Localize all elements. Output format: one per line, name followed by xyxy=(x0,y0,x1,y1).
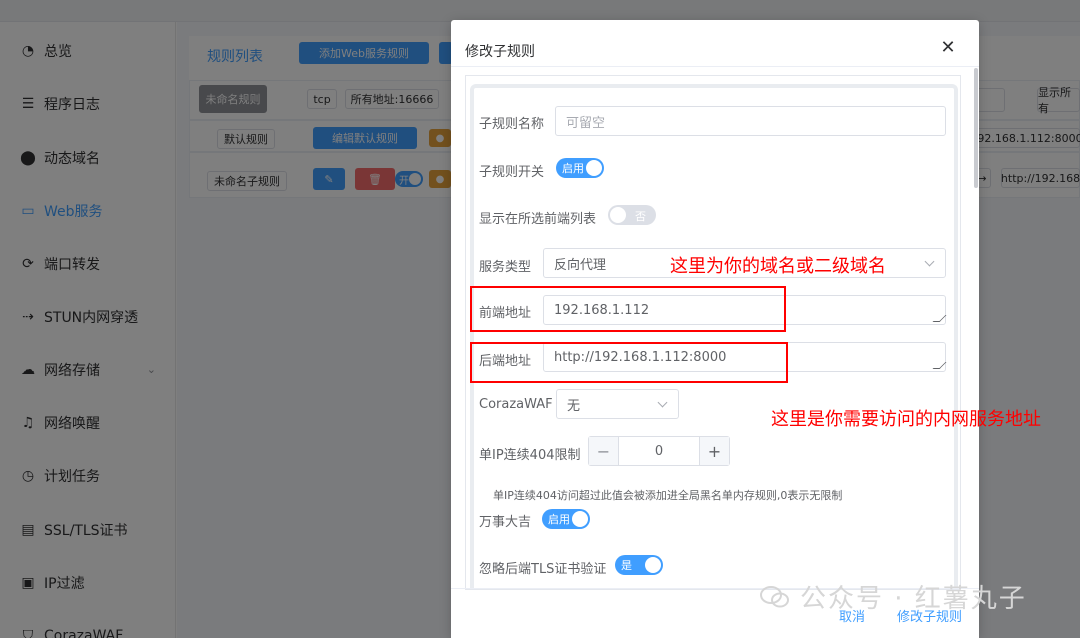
coraza-label: CorazaWAF xyxy=(479,397,553,412)
chevron-down-icon xyxy=(924,256,935,267)
toggle-knob xyxy=(572,511,588,527)
chevron-down-icon xyxy=(657,397,668,408)
ip-limit-value[interactable]: 0 xyxy=(619,437,699,465)
subrule-name-input[interactable]: 可留空 xyxy=(555,106,946,136)
subrule-switch-toggle[interactable]: 启用 xyxy=(556,158,604,178)
ip-limit-label: 单IP连续404限制 xyxy=(479,448,581,463)
backend-annotation: 这里是你需要访问的内网服务地址 xyxy=(771,409,1041,430)
service-type-label: 服务类型 xyxy=(479,260,532,275)
show-in-frontend-label: 显示在所选前端列表 xyxy=(479,212,597,227)
backend-highlight-box xyxy=(470,342,788,383)
toggle-knob xyxy=(645,557,661,573)
wechat-icon xyxy=(760,585,789,607)
lucky-toggle[interactable]: 启用 xyxy=(542,509,590,529)
plus-button[interactable]: + xyxy=(699,437,729,465)
toggle-knob xyxy=(586,160,602,176)
domain-annotation: 这里为你的域名或二级域名 xyxy=(670,256,886,277)
subrule-switch-label: 子规则开关 xyxy=(479,165,545,180)
close-icon[interactable]: ✕ xyxy=(939,37,957,58)
lucky-label: 万事大吉 xyxy=(479,515,532,530)
ip-limit-stepper[interactable]: − 0 + xyxy=(588,436,730,466)
show-in-frontend-toggle[interactable]: 否 xyxy=(608,205,656,225)
dialog-title: 修改子规则 xyxy=(465,44,535,60)
ignore-tls-toggle[interactable]: 是 xyxy=(615,555,663,575)
watermark: 公众号 · 红薯丸子 xyxy=(760,578,1027,615)
ip-limit-hint: 单IP连续404访问超过此值会被添加进全局黑名单内存规则,0表示无限制 xyxy=(493,489,843,502)
ignore-tls-label: 忽略后端TLS证书验证 xyxy=(479,562,607,577)
minus-button[interactable]: − xyxy=(589,437,619,465)
divider xyxy=(451,66,979,67)
toggle-knob xyxy=(610,207,626,223)
frontend-highlight-box xyxy=(470,286,786,332)
scrollbar[interactable] xyxy=(974,68,978,188)
subrule-name-label: 子规则名称 xyxy=(479,117,545,132)
coraza-select[interactable]: 无 xyxy=(556,389,679,419)
